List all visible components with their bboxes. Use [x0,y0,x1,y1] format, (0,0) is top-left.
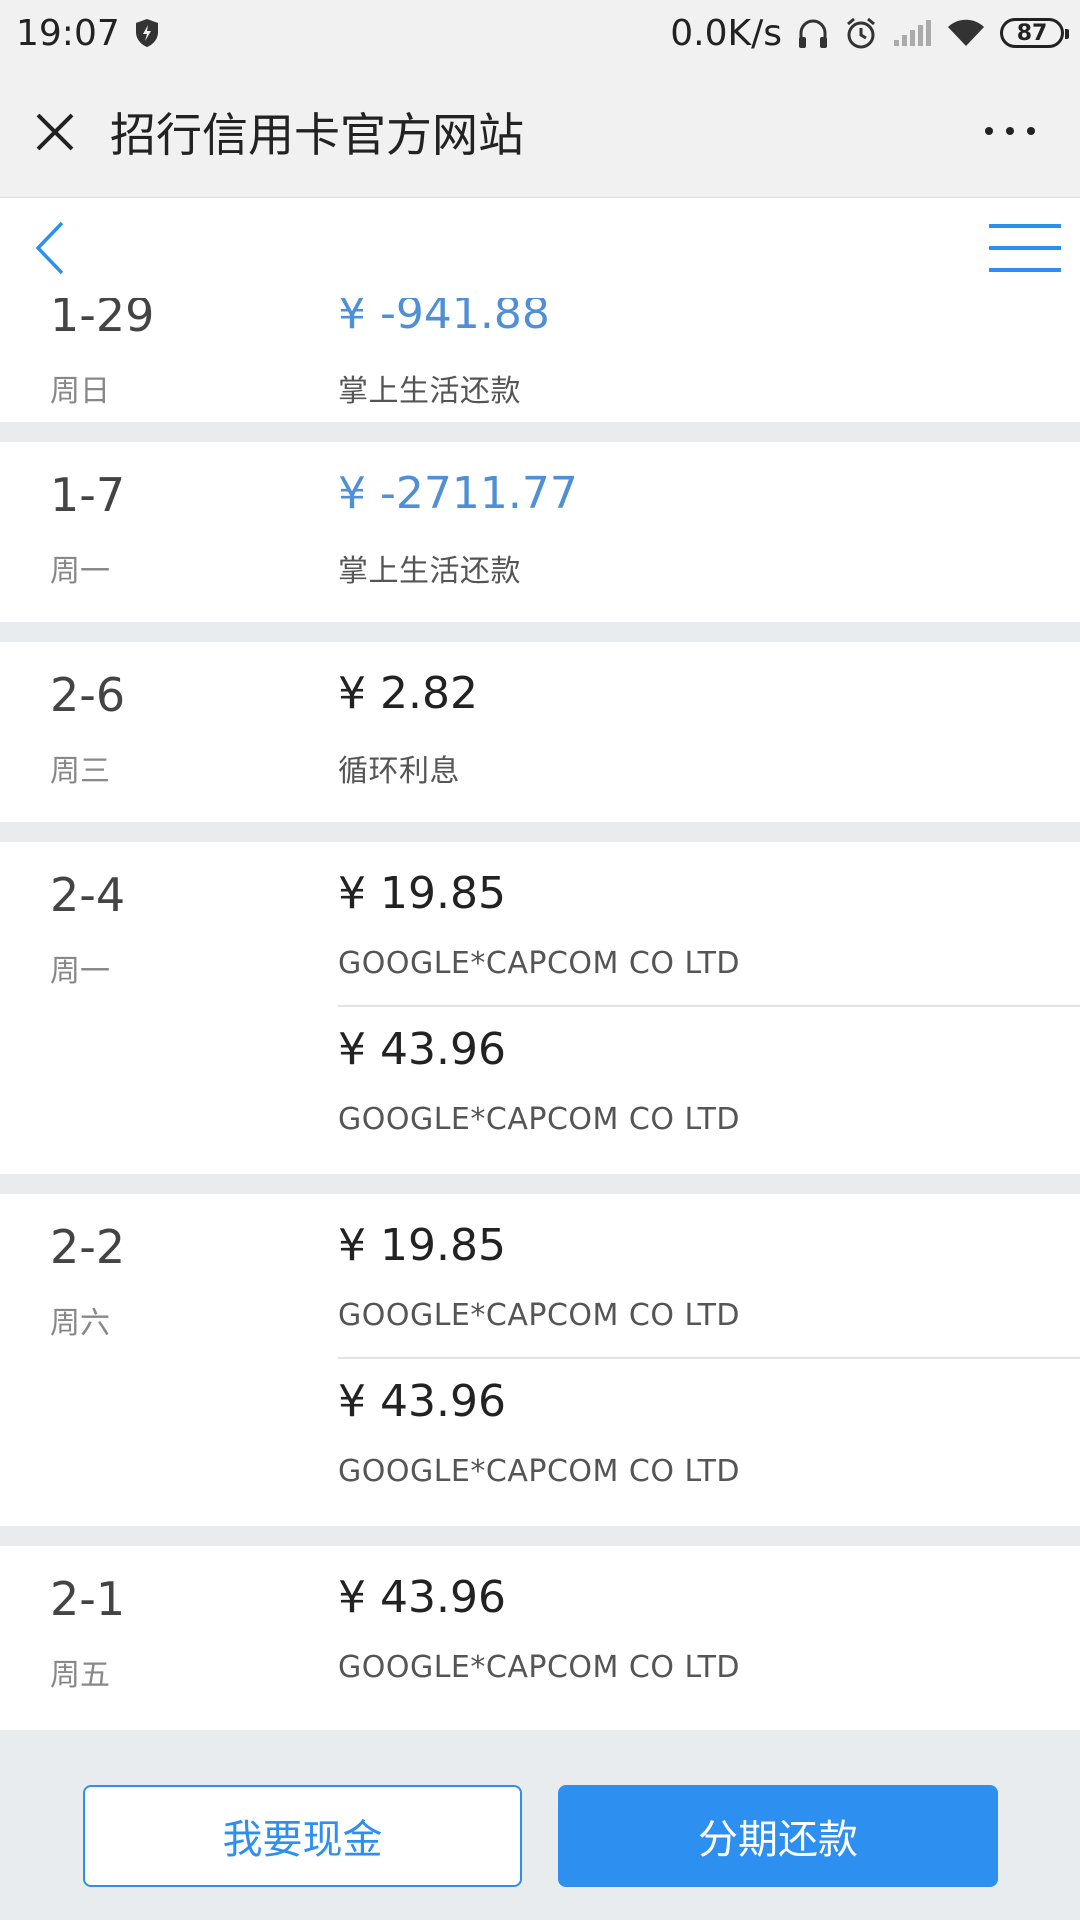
close-icon [36,113,74,150]
status-bar: 19:07 0.0K/s 87 [0,0,1080,66]
transaction-group: 1-7 周一 ¥ -2711.77 掌上生活还款 [0,442,1080,622]
transaction-description: GOOGLE*CAPCOM CO LTD [338,1650,741,1685]
item-divider [338,1357,1080,1359]
headphones-icon [796,16,830,50]
chevron-left-icon [35,221,64,275]
transaction-group: 1-29 周日 ¥ -941.88 掌上生活还款 [0,298,1080,422]
signal-icon [892,18,932,48]
transaction-description: 掌上生活还款 [338,554,521,589]
transaction-description: GOOGLE*CAPCOM CO LTD [338,1298,741,1333]
cash-button[interactable]: 我要现金 [83,1785,522,1887]
transaction-date: 2-6 [50,668,126,722]
transaction-description: 循环利息 [338,754,460,789]
transaction-description: 掌上生活还款 [338,374,521,409]
alarm-icon [844,16,878,50]
transaction-date: 1-7 [50,468,126,522]
transaction-date: 1-29 [50,298,155,342]
transaction-weekday: 周一 [50,554,110,589]
transaction-weekday: 周五 [50,1658,110,1693]
transaction-amount: ¥ 2.82 [338,668,478,719]
transaction-group: 2-1 周五 ¥ 43.96 GOOGLE*CAPCOM CO LTD [0,1546,1080,1730]
battery-icon: 87 [1000,18,1069,48]
back-button[interactable] [0,198,100,298]
bottom-action-bar: 我要现金 分期还款 [0,1730,1080,1920]
hamburger-icon [989,224,1061,272]
page-title: 招行信用卡官方网站 [110,107,524,162]
transaction-weekday: 周三 [50,754,110,789]
title-bar: 招行信用卡官方网站 [0,66,1080,198]
transaction-amount: ¥ -2711.77 [338,468,578,519]
status-time: 19:07 [16,12,120,54]
transaction-group: 2-4 周一 ¥ 19.85 GOOGLE*CAPCOM CO LTD ¥ 43… [0,842,1080,1174]
shield-icon [134,18,160,48]
transaction-weekday: 周一 [50,954,110,989]
menu-button[interactable] [970,198,1080,298]
item-divider [338,1005,1080,1007]
wifi-icon [946,18,986,48]
more-button[interactable] [980,106,1040,156]
transaction-amount: ¥ 43.96 [338,1024,506,1075]
transaction-date: 2-1 [50,1572,126,1626]
transaction-list[interactable]: 1-29 周日 ¥ -941.88 掌上生活还款 1-7 周一 ¥ -2711.… [0,298,1080,1730]
transaction-amount: ¥ 43.96 [338,1376,506,1427]
transaction-amount: ¥ 19.85 [338,868,506,919]
transaction-amount: ¥ 19.85 [338,1220,506,1271]
transaction-amount: ¥ -941.88 [338,298,550,339]
battery-level: 87 [1016,20,1048,46]
transaction-date: 2-2 [50,1220,126,1274]
transaction-group: 2-6 周三 ¥ 2.82 循环利息 [0,642,1080,822]
installment-button[interactable]: 分期还款 [558,1785,998,1887]
close-button[interactable] [0,66,110,198]
transaction-group: 2-2 周六 ¥ 19.85 GOOGLE*CAPCOM CO LTD ¥ 43… [0,1194,1080,1526]
network-speed: 0.0K/s [670,12,782,54]
transaction-date: 2-4 [50,868,126,922]
transaction-weekday: 周六 [50,1306,110,1341]
web-navbar [0,198,1080,298]
transaction-description: GOOGLE*CAPCOM CO LTD [338,946,741,981]
transaction-amount: ¥ 43.96 [338,1572,506,1623]
transaction-description: GOOGLE*CAPCOM CO LTD [338,1102,741,1137]
transaction-description: GOOGLE*CAPCOM CO LTD [338,1454,741,1489]
transaction-weekday: 周日 [50,374,110,409]
more-icon [985,127,1035,135]
